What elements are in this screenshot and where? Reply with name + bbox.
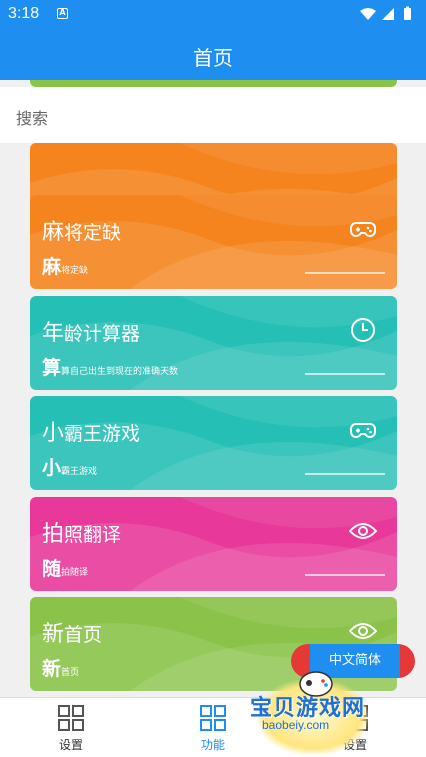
- screen: 3:18 A 首页 随时随地给自己的照片添加自己的水印麻将定缺麻将定缺年龄计算器…: [0, 0, 426, 757]
- nav-label: 功能: [200, 738, 225, 752]
- wifi-icon: [360, 8, 376, 20]
- card-sub-char: 随: [42, 558, 62, 580]
- card-title-rest: 首页: [64, 624, 103, 646]
- page-title: 首页: [193, 46, 233, 70]
- watermark-logo: 宝贝游戏网 baobeiy.com: [248, 666, 398, 756]
- card-sub-char: 小: [42, 457, 62, 479]
- gamepad-icon: [350, 423, 376, 439]
- card-sub-char: 算: [42, 357, 62, 379]
- card-title-rest: 照翻译: [64, 524, 122, 546]
- card-partial: [30, 80, 397, 87]
- status-icons: [360, 6, 411, 20]
- app-bar: 首页: [0, 30, 426, 80]
- card-sub-desc: 霸王游戏: [61, 467, 98, 477]
- watermark-url: baobeiy.com: [262, 718, 330, 732]
- grid-icon: [200, 705, 226, 731]
- card-title: 年龄计算器: [42, 315, 140, 347]
- card-subtitle: 随拍随译: [42, 554, 88, 581]
- card-sub-desc: 拍随译: [61, 568, 89, 578]
- card-title-rest: 龄计算器: [64, 323, 141, 345]
- card-divider: [305, 373, 385, 375]
- card-subtitle: 小霸王游戏: [42, 453, 97, 480]
- clock-icon: [351, 318, 375, 342]
- search-bar[interactable]: 搜索: [0, 87, 426, 143]
- eye-icon: [349, 523, 377, 539]
- card-title-rest: 霸王游戏: [64, 423, 141, 445]
- card-title: 小霸王游戏: [42, 415, 140, 447]
- signal-icon: [382, 8, 394, 20]
- nav-item-settings[interactable]: 设置: [31, 698, 111, 757]
- card-subtitle: 麻将定缺: [42, 252, 88, 279]
- grid-icon: [58, 705, 84, 731]
- card-title: 麻将定缺: [42, 214, 121, 246]
- card-title-first: 小: [42, 421, 65, 446]
- card-title-first: 麻: [42, 220, 65, 245]
- feature-card[interactable]: 年龄计算器 算算自己出生到现在的准确天数: [30, 296, 397, 390]
- notification-icon: A: [57, 8, 68, 19]
- card-sub-desc: 将定缺: [61, 266, 89, 276]
- card-divider: [305, 473, 385, 475]
- card-sub-desc: 算自己出生到现在的准确天数: [61, 367, 179, 377]
- status-time: 3:18: [8, 5, 40, 22]
- card-title-first: 年: [42, 321, 65, 346]
- card-divider: [305, 574, 385, 576]
- nav-label: 设置: [58, 738, 83, 752]
- card-sub-desc: 首页: [61, 668, 80, 678]
- feature-card[interactable]: 拍照翻译 随拍随译: [30, 497, 397, 591]
- battery-icon: [404, 8, 411, 20]
- eye-icon: [349, 623, 377, 639]
- status-bar: 3:18 A: [0, 0, 426, 30]
- card-subtitle: 新首页: [42, 654, 79, 681]
- feature-card[interactable]: 小霸王游戏 小霸王游戏: [30, 396, 397, 490]
- gamepad-icon: [350, 222, 376, 238]
- feature-list[interactable]: 随时随地给自己的照片添加自己的水印麻将定缺麻将定缺年龄计算器算算自己出生到现在的…: [0, 80, 426, 697]
- card-title-first: 拍: [42, 522, 65, 547]
- card-title: 拍照翻译: [42, 516, 121, 548]
- card-sub-char: 麻: [42, 256, 62, 278]
- card-title: 新首页: [42, 616, 102, 648]
- card-sub-char: 新: [42, 658, 62, 680]
- card-divider: [305, 272, 385, 274]
- search-label: 搜索: [16, 109, 49, 128]
- card-subtitle: 算算自己出生到现在的准确天数: [42, 353, 178, 380]
- card-title-rest: 将定缺: [64, 222, 122, 244]
- card-title-first: 新: [42, 622, 65, 647]
- feature-card[interactable]: 麻将定缺 麻将定缺: [30, 195, 397, 289]
- nav-item-functions[interactable]: 功能: [173, 698, 253, 757]
